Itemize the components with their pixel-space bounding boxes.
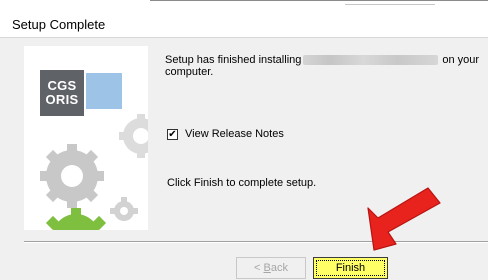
red-arrow-icon <box>367 187 441 251</box>
